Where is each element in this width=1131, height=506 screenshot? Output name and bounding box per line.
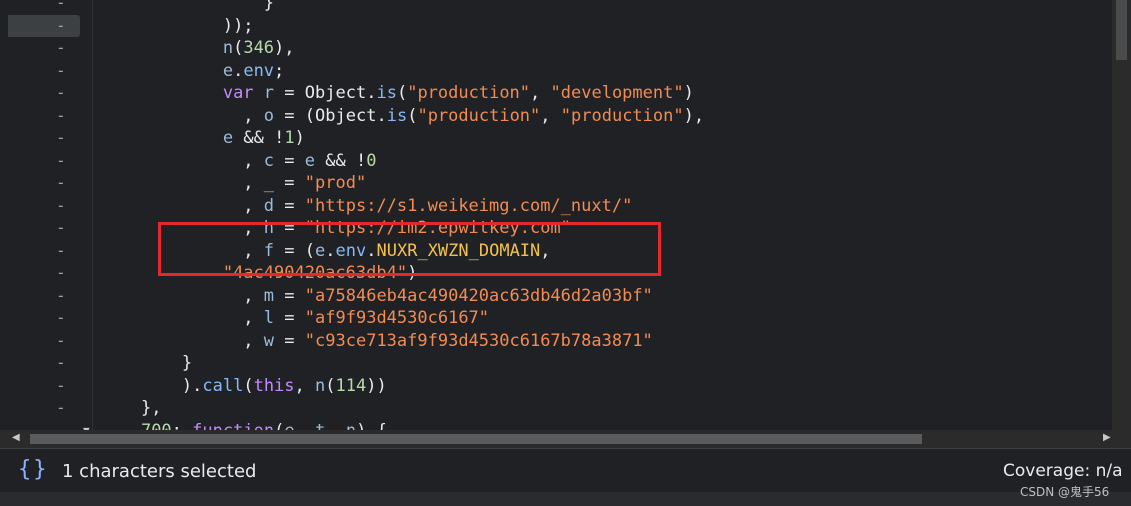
gutter-line-marker: - (56, 173, 66, 192)
gutter-line-marker: - ▼ (8, 420, 90, 431)
code-line: , w = "c93ce713af9f93d4530c6167b78a3871" (243, 330, 653, 351)
code-line: , _ = "prod" (243, 173, 367, 193)
curly-braces-icon[interactable]: {} (18, 457, 49, 482)
code-line: 700: function(e, t, n) { (100, 420, 387, 431)
gutter-line-marker: - (56, 150, 66, 170)
code-line: } (263, 0, 275, 13)
vertical-scrollbar-thumb[interactable] (1116, 0, 1127, 60)
code-line: } (181, 353, 193, 373)
chevron-down-icon[interactable]: ▼ (83, 420, 90, 431)
highlight-annotation-box (158, 222, 661, 276)
code-line: }, (140, 398, 162, 418)
line-gutter: - - - - - - - - - - - - - - - - - - - - ▼ (0, 0, 92, 430)
scroll-left-icon[interactable]: ◀ (12, 432, 20, 443)
gutter-line-marker: - (56, 105, 66, 125)
selection-status: 1 characters selected (62, 461, 257, 482)
gutter-line-marker: - (56, 38, 66, 57)
gutter-line-marker: - (56, 83, 66, 102)
gutter-line-marker: - (56, 60, 66, 80)
code-line: var r = Object.is("production", "develop… (222, 83, 694, 103)
code-line: , c = e && !0 (243, 150, 377, 171)
code-line: n(346), (222, 38, 295, 58)
gutter-line-marker: - (56, 195, 66, 215)
scroll-right-icon[interactable]: ▶ (1103, 432, 1111, 443)
gutter-line-marker: - (8, 14, 80, 37)
gutter-line-marker: - (56, 285, 66, 305)
gutter-line-marker: - (56, 263, 66, 282)
gutter-line-marker: - (56, 330, 66, 350)
horizontal-scrollbar[interactable]: ◀ ▶ (0, 430, 1131, 448)
gutter-line-marker: - (56, 353, 66, 372)
code-line: , o = (Object.is("production", "producti… (243, 105, 705, 126)
horizontal-scrollbar-thumb[interactable] (30, 434, 922, 444)
code-line: ).call(this, n(114)) (181, 375, 387, 396)
status-bar: {} 1 characters selected Coverage: n/a (0, 448, 1131, 493)
gutter-line-marker: - (56, 128, 66, 147)
code-line: , m = "a75846eb4ac490420ac63db46d2a03bf" (243, 285, 653, 306)
gutter-divider (92, 0, 93, 430)
code-line: e && !1) (222, 128, 305, 148)
gutter-line-marker: - (56, 240, 66, 260)
gutter-line-marker: - (56, 398, 66, 417)
code-area[interactable]: } )); n(346), e.env; var r = Object.is("… (100, 0, 1112, 430)
gutter-line-marker: - (56, 218, 66, 237)
code-editor[interactable]: - - - - - - - - - - - - - - - - - - - - ▼ } )); n(346), e.en… (0, 0, 1131, 430)
gutter-line-marker: - (56, 375, 66, 395)
coverage-status: Coverage: n/a (1003, 461, 1123, 481)
code-line: e.env; (222, 60, 285, 81)
gutter-line-marker: - (56, 0, 66, 12)
watermark: CSDN @鬼手56 (1020, 485, 1110, 499)
vertical-scrollbar[interactable] (1112, 0, 1131, 430)
gutter-line-marker: - (56, 308, 66, 327)
bottom-strip (0, 492, 1131, 506)
code-line: )); (222, 15, 254, 36)
code-line: , l = "af9f93d4530c6167" (243, 308, 490, 328)
code-line: , d = "https://s1.weikeimg.com/_nuxt/" (243, 195, 633, 216)
